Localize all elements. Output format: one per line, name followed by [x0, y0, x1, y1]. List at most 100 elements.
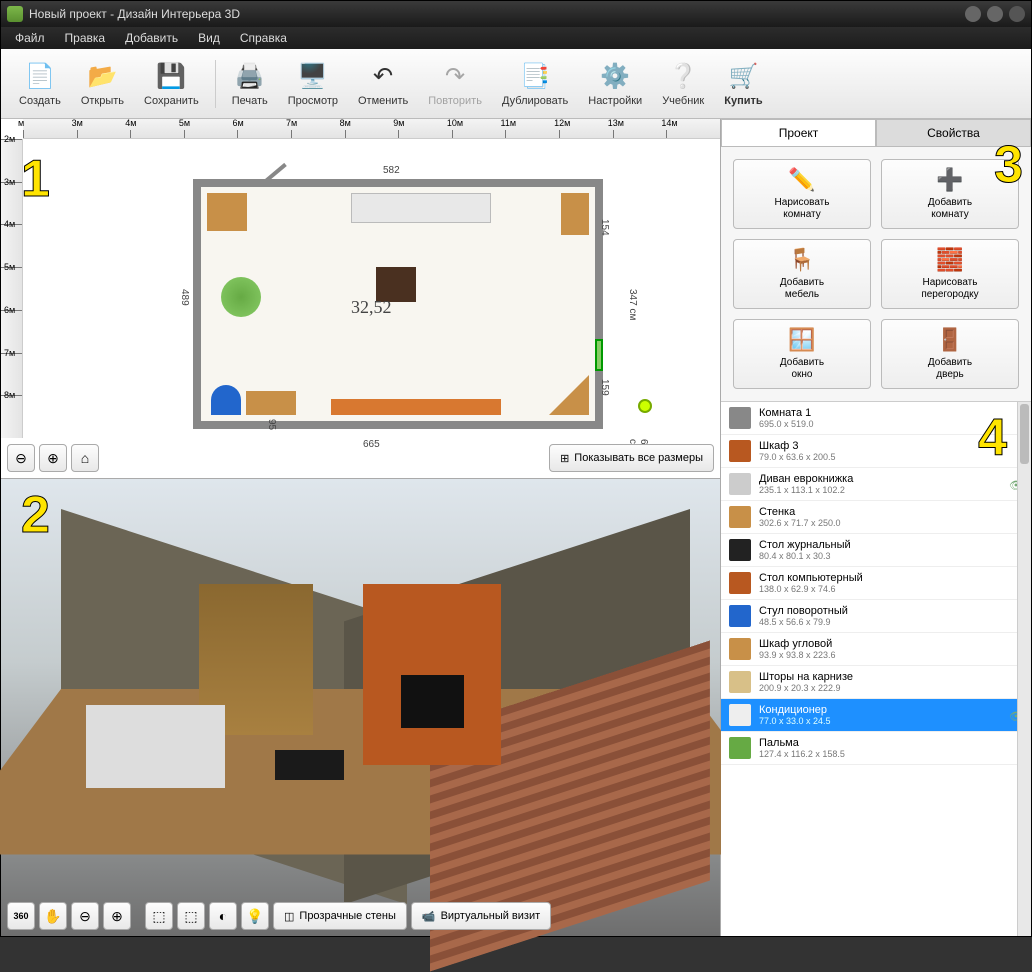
item-dims: 77.0 x 33.0 x 24.5 [759, 716, 1001, 726]
scene-item[interactable]: Шкаф угловой93.9 x 93.8 x 223.6 [721, 633, 1031, 666]
ruler-tick: 8м [1, 395, 22, 438]
furniture-wardrobe[interactable] [207, 193, 247, 231]
toolbar-Учебник[interactable]: ❔Учебник [652, 58, 714, 109]
action-label: Нарисоватьперегородку [921, 277, 978, 301]
toolbar-Просмотр[interactable]: 🖥️Просмотр [278, 58, 348, 109]
item-info: Стенка302.6 x 71.7 x 250.0 [759, 506, 1023, 528]
Повторить-icon: ↷ [439, 60, 471, 92]
scene-item[interactable]: Кондиционер77.0 x 33.0 x 24.5👁 [721, 699, 1031, 732]
coffee-table-3d [275, 750, 344, 780]
furniture-sofa[interactable] [351, 193, 491, 223]
scrollbar-thumb[interactable] [1020, 404, 1029, 464]
scene-item[interactable]: Шторы на карнизе200.9 x 20.3 x 222.9 [721, 666, 1031, 699]
zoom-out-3d-button[interactable]: ⊖ [71, 902, 99, 930]
toolbar-Дублировать[interactable]: 📑Дублировать [492, 58, 578, 109]
item-dims: 200.9 x 20.3 x 222.9 [759, 683, 1023, 693]
wall-mode-2-button[interactable]: ⬚ [177, 902, 205, 930]
Купить-icon: 🛒 [727, 60, 759, 92]
action-дверь[interactable]: 🚪Добавитьдверь [881, 319, 1019, 389]
action-перегородку[interactable]: 🧱 Нарисоватьперегородку [881, 239, 1019, 309]
action-мебель[interactable]: 🪑Добавитьмебель [733, 239, 871, 309]
item-name: Диван еврокнижка [759, 473, 1001, 485]
tab-project[interactable]: Проект [721, 119, 876, 146]
wall-hide-button[interactable]: ◐ [209, 902, 237, 930]
rotate-360-button[interactable]: 360 [7, 902, 35, 930]
action-icon: 🧱 [936, 247, 963, 273]
scene-item[interactable]: Пальма127.4 x 116.2 x 158.5 [721, 732, 1031, 765]
ruler-vertical: 2м3м4м5м6м7м8м [1, 139, 23, 438]
scene-item[interactable]: Стул поворотный48.5 x 56.6 x 79.9 [721, 600, 1031, 633]
action-icon: ✏️ [788, 167, 815, 193]
scene-item[interactable]: Стол компьютерный138.0 x 62.9 x 74.6 [721, 567, 1031, 600]
ruler-tick: 2м [1, 139, 22, 182]
item-thumb [729, 539, 751, 561]
action-комнату[interactable]: ✏️Нарисоватькомнату [733, 159, 871, 229]
furniture-plant[interactable] [221, 277, 261, 317]
item-name: Стол журнальный [759, 539, 1023, 551]
toolbar-Открыть[interactable]: 📂Открыть [71, 58, 134, 109]
show-all-dims-button[interactable]: ⊞Показывать все размеры [549, 444, 714, 472]
plan-2d-view[interactable]: м3м4м5м6м7м8м9м10м11м12м13м14м 2м3м4м5м6… [1, 119, 720, 479]
furniture-desk[interactable] [246, 391, 296, 415]
toolbar-Повторить[interactable]: ↷ Повторить [418, 58, 492, 109]
marker-3: 3 [994, 135, 1023, 195]
menubar: ФайлПравкаДобавитьВидСправка [1, 27, 1031, 49]
furniture-shelf[interactable] [561, 193, 589, 235]
door-swing[interactable] [260, 163, 287, 187]
ruler-tick: 3м [77, 130, 131, 138]
item-name: Пальма [759, 737, 1023, 749]
room-outline[interactable]: 32,52 [193, 179, 603, 429]
furniture-corner[interactable] [549, 375, 589, 415]
zoom-in-button[interactable]: ⊕ [39, 444, 67, 472]
dim-bseg: 159 [599, 379, 610, 396]
zoom-out-button[interactable]: ⊖ [7, 444, 35, 472]
dim-top: 582 [383, 165, 400, 176]
menu-Добавить[interactable]: Добавить [115, 29, 188, 47]
view-3d[interactable]: 360 ✋ ⊖ ⊕ ⬚ ⬚ ◐ 💡 ◫Прозрачные стены 📹Вир… [1, 479, 720, 936]
menu-Файл[interactable]: Файл [5, 29, 55, 47]
toolbar-label: Дублировать [502, 95, 568, 107]
scene-item[interactable]: Стенка302.6 x 71.7 x 250.0 [721, 501, 1031, 534]
marker-4: 4 [978, 408, 1007, 468]
transparent-walls-button[interactable]: ◫Прозрачные стены [273, 902, 407, 930]
item-thumb [729, 605, 751, 627]
scene-item[interactable]: Стол журнальный80.4 x 80.1 x 30.3 [721, 534, 1031, 567]
scrollbar[interactable] [1017, 402, 1031, 936]
ruler-tick: 7м [1, 353, 22, 396]
furniture-wall-unit[interactable] [331, 399, 501, 415]
action-окно[interactable]: 🪟Добавитьокно [733, 319, 871, 389]
furniture-chair[interactable] [211, 385, 241, 415]
selected-ac-unit[interactable] [595, 339, 603, 371]
toolbar-Купить[interactable]: 🛒Купить [714, 58, 772, 109]
toolbar-Сохранить[interactable]: 💾Сохранить [134, 58, 209, 109]
toolbar-Печать[interactable]: 🖨️Печать [222, 58, 278, 109]
ruler-tick: 10м [452, 130, 506, 138]
zoom-in-3d-button[interactable]: ⊕ [103, 902, 131, 930]
minimize-button[interactable] [965, 6, 981, 22]
marker-2: 2 [21, 485, 50, 545]
home-button[interactable]: ⌂ [71, 444, 99, 472]
toolbar-Настройки[interactable]: ⚙️Настройки [578, 58, 652, 109]
maximize-button[interactable] [987, 6, 1003, 22]
menu-Правка[interactable]: Правка [55, 29, 116, 47]
menu-Справка[interactable]: Справка [230, 29, 297, 47]
wall-mode-1-button[interactable]: ⬚ [145, 902, 173, 930]
titlebar: Новый проект - Дизайн Интерьера 3D [1, 1, 1031, 27]
virtual-visit-button[interactable]: 📹Виртуальный визит [411, 902, 551, 930]
item-thumb [729, 473, 751, 495]
pan-button[interactable]: ✋ [39, 902, 67, 930]
scene-item[interactable]: Диван еврокнижка235.1 x 113.1 x 102.2👁 [721, 468, 1031, 501]
item-thumb [729, 638, 751, 660]
scene-list[interactable]: 4 Комната 1695.0 x 519.0Шкаф 379.0 x 63.… [721, 402, 1031, 936]
dim-right-seg: 154 [599, 219, 610, 236]
action-label: Добавитькомнату [928, 197, 972, 221]
toolbar-Отменить[interactable]: ↶Отменить [348, 58, 418, 109]
menu-Вид[interactable]: Вид [188, 29, 230, 47]
sofa-3d [86, 705, 224, 788]
selection-handle[interactable] [638, 399, 652, 413]
toolbar-label: Повторить [428, 95, 482, 107]
toolbar-Создать[interactable]: 📄Создать [9, 58, 71, 109]
light-button[interactable]: 💡 [241, 902, 269, 930]
close-button[interactable] [1009, 6, 1025, 22]
ruler-tick: 5м [1, 267, 22, 310]
